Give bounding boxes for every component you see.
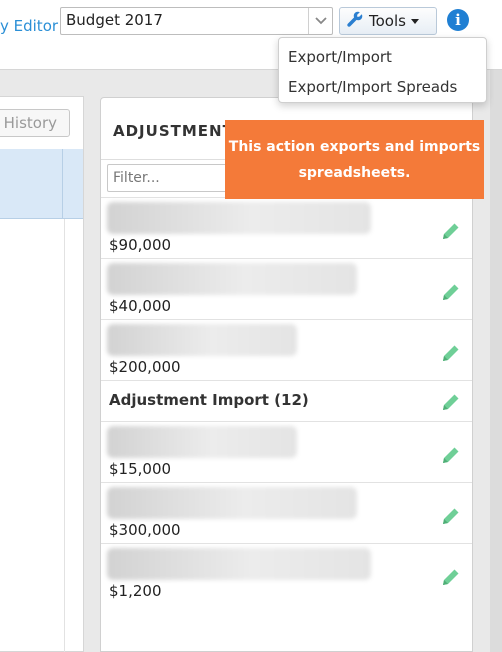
list-item[interactable]: $40,000 [101, 258, 472, 319]
divider [62, 149, 63, 219]
redacted-name [107, 548, 371, 580]
caret-down-icon [410, 18, 419, 24]
list-item[interactable]: Adjustment Import (12) [101, 380, 472, 421]
adjustment-label: Adjustment Import (12) [109, 391, 309, 409]
divider [64, 219, 65, 652]
adjustment-amount: $1,200 [109, 582, 162, 600]
adjustment-amount: $200,000 [109, 358, 181, 376]
panel-title: ADJUSTMENT [113, 122, 234, 140]
list-item[interactable]: $300,000 [101, 482, 472, 543]
tools-label: Tools [369, 12, 406, 30]
list-item[interactable]: $1,200 [101, 543, 472, 604]
list-item[interactable]: $15,000 [101, 421, 472, 482]
list-item[interactable]: $200,000 [101, 319, 472, 380]
list-item[interactable]: $90,000 [101, 197, 472, 258]
editor-link[interactable]: y Editor [0, 17, 58, 35]
wrench-icon [346, 10, 364, 32]
chevron-down-icon[interactable] [308, 8, 332, 34]
pencil-icon[interactable] [440, 566, 462, 588]
redacted-name [107, 487, 357, 519]
budget-select-value: Budget 2017 [66, 11, 163, 29]
left-panel: History [0, 96, 84, 652]
adjustment-amount: $300,000 [109, 521, 181, 539]
tools-dropdown-menu: Export/Import Export/Import Spreads [278, 37, 487, 103]
menu-item-export-import[interactable]: Export/Import [279, 42, 486, 72]
adjustment-amount: $40,000 [109, 297, 172, 315]
scrollbar[interactable] [490, 70, 502, 652]
redacted-name [107, 426, 297, 458]
pencil-icon[interactable] [440, 505, 462, 527]
redacted-name [107, 324, 297, 356]
pencil-icon[interactable] [440, 220, 462, 242]
redacted-name [107, 202, 371, 234]
redacted-name [107, 263, 357, 295]
adjustment-amount: $90,000 [109, 236, 172, 254]
budget-select[interactable]: Budget 2017 [60, 7, 333, 35]
pencil-icon[interactable] [440, 281, 462, 303]
pencil-icon[interactable] [440, 444, 462, 466]
adjustment-amount: $15,000 [109, 460, 172, 478]
tooltip-callout: This action exports and imports spreadsh… [225, 120, 484, 199]
adjustments-list: $90,000 $40,000 $200,000 Adjustment Impo… [101, 197, 472, 604]
pencil-icon[interactable] [440, 391, 462, 413]
history-button[interactable]: History [0, 109, 70, 137]
pencil-icon[interactable] [440, 342, 462, 364]
selected-row[interactable] [0, 149, 83, 219]
tools-button[interactable]: Tools [339, 7, 437, 35]
menu-item-export-import-spreads[interactable]: Export/Import Spreads [279, 72, 486, 102]
info-icon[interactable]: i [447, 9, 469, 31]
